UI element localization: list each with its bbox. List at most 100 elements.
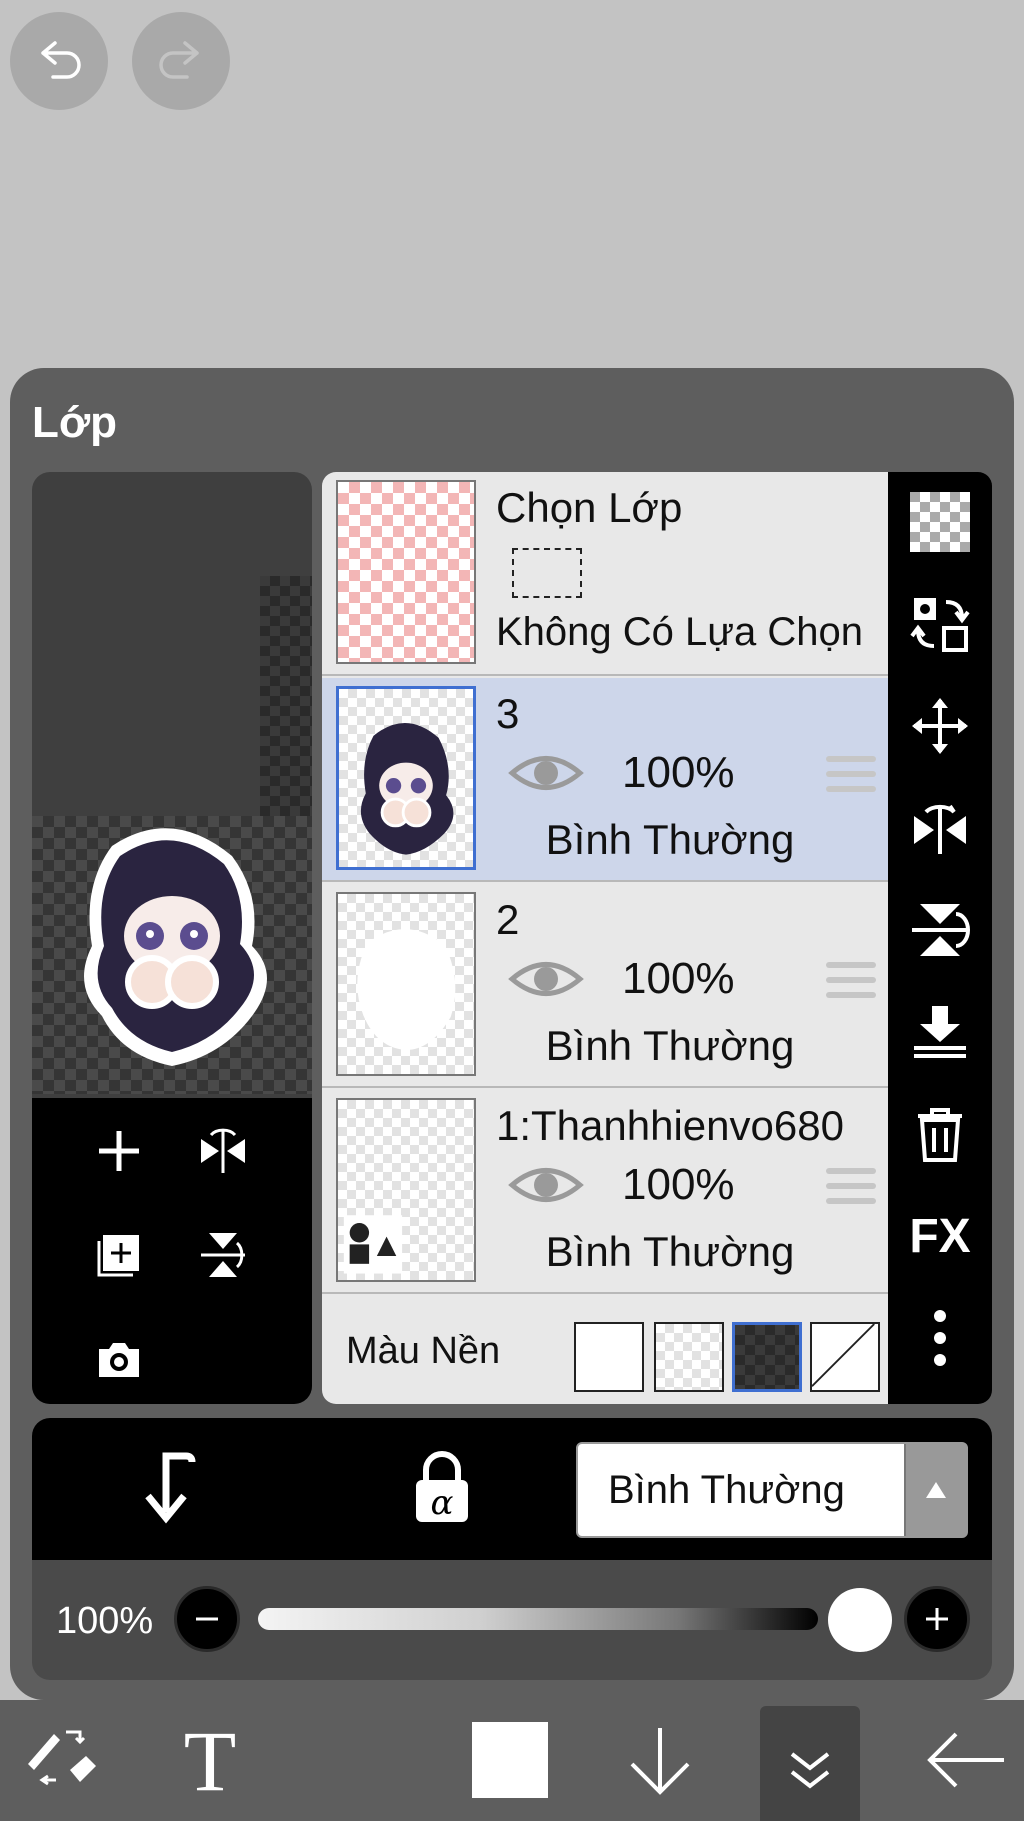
marquee-icon <box>512 548 582 598</box>
duplicate-layer-button[interactable] <box>84 1220 154 1290</box>
clipping-arrow-icon <box>145 1452 196 1524</box>
plus-icon <box>99 1131 139 1171</box>
blend-mode-select[interactable]: Bình Thường <box>576 1442 968 1538</box>
layer-row[interactable]: 2 100% Bình Thường <box>322 884 888 1088</box>
flip-vertical-layer-button[interactable] <box>188 1220 258 1290</box>
text-tool-button[interactable]: T <box>170 1710 250 1810</box>
transparency-button[interactable] <box>908 490 972 554</box>
eye-icon[interactable] <box>508 1160 584 1210</box>
blend-mode-bar: α Bình Thường <box>32 1418 992 1560</box>
drag-handle-icon[interactable] <box>826 756 876 798</box>
text-icon: T <box>184 1720 237 1800</box>
move-down-button[interactable] <box>620 1710 700 1810</box>
eye-icon[interactable] <box>508 954 584 1004</box>
selection-layer-row[interactable]: Chọn Lớp Không Có Lựa Chọn <box>322 472 888 676</box>
flip-vertical-icon <box>912 904 970 956</box>
clipping-button[interactable] <box>136 1452 208 1524</box>
plus-icon <box>926 1608 948 1630</box>
decrease-opacity-button[interactable] <box>174 1586 240 1652</box>
drag-handle-icon[interactable] <box>826 1168 876 1210</box>
fx-button[interactable]: FX <box>902 1204 978 1268</box>
selection-thumbnail <box>336 480 476 664</box>
layers-tab[interactable] <box>760 1706 860 1821</box>
more-options-button[interactable] <box>908 1306 972 1370</box>
back-button[interactable] <box>920 1710 1010 1810</box>
minus-icon <box>196 1617 218 1621</box>
flip-horizontal-icon <box>914 804 966 854</box>
layer-opacity: 100% <box>622 748 735 797</box>
layer-row[interactable]: 1:Thanhhienvo680 100% Bình Thường <box>322 1090 888 1294</box>
delete-layer-button[interactable] <box>908 1102 972 1166</box>
blend-mode-value: Bình Thường <box>608 1468 845 1512</box>
layer-blend-mode: Bình Thường <box>545 1228 795 1275</box>
more-vertical-icon <box>934 1310 946 1366</box>
slash-icon <box>811 1323 875 1387</box>
layer-tools-sidebar: FX <box>888 472 992 1404</box>
background-none-swatch[interactable] <box>810 1322 880 1392</box>
canvas-preview-region <box>260 576 312 816</box>
layer-panel: Lớp Chọn Lớp Không Có Lựa Chọn 3 100% Bì… <box>10 368 1014 1700</box>
increase-opacity-button[interactable] <box>904 1586 970 1652</box>
alpha-lock-icon: α <box>416 1451 468 1523</box>
svg-text:α: α <box>431 1483 454 1523</box>
eye-icon[interactable] <box>508 748 584 798</box>
canvas-preview[interactable] <box>32 472 312 1404</box>
preview-toolbar <box>32 1098 312 1404</box>
camera-import-button[interactable] <box>84 1324 154 1394</box>
trash-icon <box>918 1108 962 1162</box>
brush-eraser-toggle-button[interactable] <box>20 1710 100 1810</box>
redo-button[interactable] <box>132 12 230 110</box>
swap-icon <box>910 598 970 652</box>
layer-opacity: 100% <box>622 1160 735 1209</box>
layer-name: 2 <box>496 896 520 943</box>
merge-down-button[interactable] <box>908 1000 972 1064</box>
bottom-toolbar: T <box>0 1700 1024 1821</box>
camera-icon <box>99 1343 139 1377</box>
background-color-label: Màu Nền <box>346 1330 501 1372</box>
color-swatch-button[interactable] <box>470 1710 550 1810</box>
alpha-lock-button[interactable]: α <box>408 1450 476 1526</box>
background-white-swatch[interactable] <box>574 1322 644 1392</box>
opacity-value: 100% <box>56 1600 154 1642</box>
add-layer-button[interactable] <box>84 1116 154 1186</box>
move-icon <box>912 698 968 754</box>
brush-eraser-icon <box>28 1730 96 1786</box>
panel-title: Lớp <box>32 398 118 447</box>
layer-blend-mode: Bình Thường <box>545 1022 795 1069</box>
undo-button[interactable] <box>10 12 108 110</box>
arrow-down-icon <box>630 1728 690 1795</box>
layer-list: Chọn Lớp Không Có Lựa Chọn 3 100% Bình T… <box>322 472 888 1404</box>
flip-horizontal-layer-button[interactable] <box>188 1116 258 1186</box>
layer-name: 3 <box>496 690 520 737</box>
svg-text:T: T <box>184 1720 237 1800</box>
checkerboard-icon <box>910 492 970 552</box>
opacity-bar: 100% <box>32 1560 992 1680</box>
move-button[interactable] <box>908 694 972 758</box>
layer-blend-mode: Bình Thường <box>545 816 795 863</box>
selection-layer-title: Chọn Lớp <box>496 484 683 531</box>
opacity-slider-handle[interactable] <box>828 1588 892 1652</box>
layer-name: 1:Thanhhienvo680 <box>496 1102 844 1149</box>
layer-opacity: 100% <box>622 954 735 1003</box>
merge-down-icon <box>914 1006 966 1058</box>
selection-status: Không Có Lựa Chọn <box>496 610 864 654</box>
flip-vertical-icon <box>201 1233 245 1277</box>
duplicate-layer-icon <box>97 1235 139 1277</box>
flip-horizontal-button[interactable] <box>908 796 972 860</box>
redo-icon <box>159 41 199 79</box>
drag-handle-icon[interactable] <box>826 962 876 1004</box>
swap-layer-button[interactable] <box>908 592 972 656</box>
background-checker-light-swatch[interactable] <box>654 1322 724 1392</box>
flip-vertical-button[interactable] <box>908 898 972 962</box>
background-checker-dark-swatch[interactable] <box>732 1322 802 1392</box>
arrow-left-icon <box>927 1732 1004 1788</box>
canvas-preview-image <box>32 816 312 1094</box>
layer-row[interactable]: 3 100% Bình Thường <box>322 678 888 882</box>
dropdown-arrow-icon <box>904 1444 966 1536</box>
background-color-row: Màu Nền <box>322 1294 888 1404</box>
chevron-double-down-icon <box>790 1752 830 1789</box>
opacity-slider-track[interactable] <box>258 1608 818 1630</box>
flip-horizontal-icon <box>201 1128 245 1173</box>
current-color-swatch <box>472 1722 548 1798</box>
undo-icon <box>41 41 81 79</box>
